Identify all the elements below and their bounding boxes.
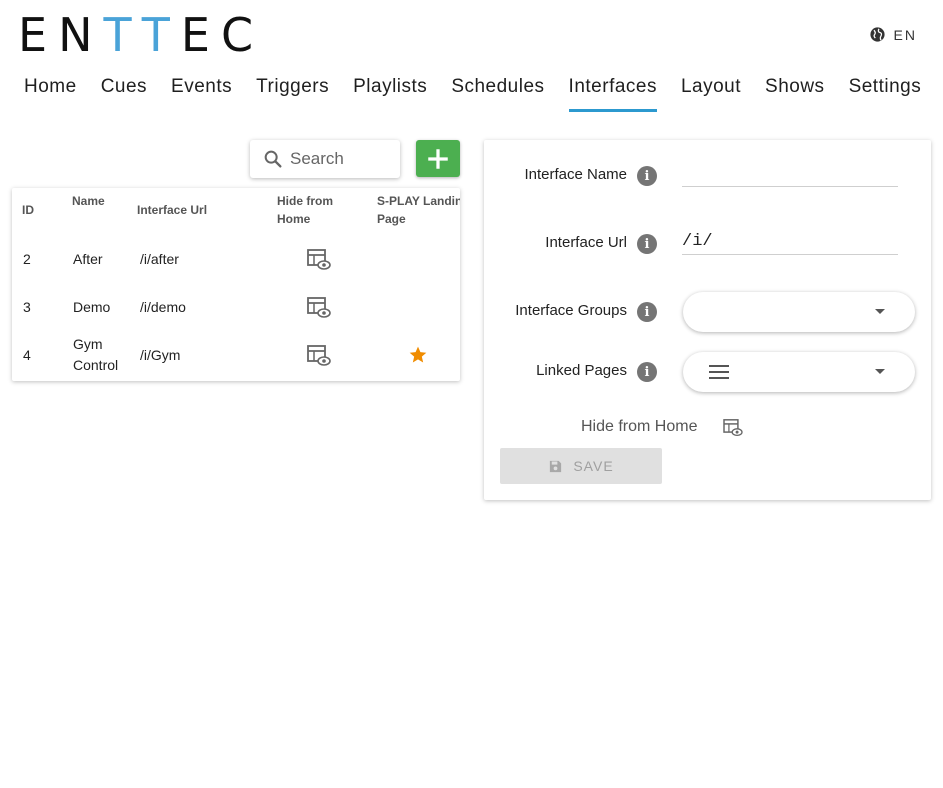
star-icon[interactable] xyxy=(408,345,428,365)
info-icon[interactable]: i xyxy=(637,302,657,322)
tab-triggers[interactable]: Triggers xyxy=(244,76,341,112)
interface-name-label: Interface Name xyxy=(524,166,627,183)
linked-pages-label: Linked Pages xyxy=(536,362,627,379)
tab-schedules[interactable]: Schedules xyxy=(439,76,556,112)
hide-from-home-label: Hide from Home xyxy=(581,418,698,435)
logo-text-mid: TT xyxy=(103,8,181,62)
tab-events[interactable]: Events xyxy=(159,76,244,112)
linked-pages-select[interactable] xyxy=(683,352,915,392)
plus-icon xyxy=(428,148,448,169)
interface-groups-select[interactable] xyxy=(683,292,915,332)
header-landing-line2[interactable]: Page xyxy=(377,210,406,228)
tab-layout[interactable]: Layout xyxy=(669,76,753,112)
chevron-down-icon xyxy=(875,369,885,374)
interface-name-field[interactable] xyxy=(682,160,898,187)
header-hide-line2[interactable]: Home xyxy=(277,210,310,228)
row-name-line1: Gym xyxy=(73,336,103,352)
header-id[interactable]: ID xyxy=(22,201,34,219)
row-url: /i/Gym xyxy=(140,347,181,363)
row-url: /i/after xyxy=(140,251,179,267)
row-url: /i/demo xyxy=(140,299,186,315)
tab-home[interactable]: Home xyxy=(12,76,89,112)
search-input[interactable] xyxy=(290,149,390,169)
save-button[interactable]: SAVE xyxy=(500,448,662,484)
row-id: 2 xyxy=(23,251,31,267)
header-landing-line1[interactable]: S-PLAY Landing xyxy=(377,192,460,210)
add-interface-button[interactable] xyxy=(416,140,460,177)
table-eye-icon[interactable] xyxy=(307,345,331,367)
table-eye-icon[interactable] xyxy=(307,249,331,271)
interfaces-table: ID Name Interface Url Hide from Home S-P… xyxy=(12,188,460,381)
table-eye-icon[interactable] xyxy=(307,297,331,319)
interface-url-field[interactable] xyxy=(682,228,898,255)
header-name[interactable]: Name xyxy=(72,192,105,210)
row-name: Demo xyxy=(73,299,111,315)
row-name-line2: Control xyxy=(73,357,119,373)
info-icon[interactable]: i xyxy=(637,362,657,382)
interface-url-label: Interface Url xyxy=(545,234,627,251)
logo-text-left: EN xyxy=(18,8,104,62)
hide-from-home-toggle[interactable] xyxy=(723,419,743,437)
tab-interfaces[interactable]: Interfaces xyxy=(557,76,669,112)
logo-text-right: EC xyxy=(180,8,265,62)
search-icon xyxy=(264,150,282,168)
floppy-disk-icon xyxy=(550,460,562,472)
tab-playlists[interactable]: Playlists xyxy=(341,76,439,112)
enttec-logo: EN TT EC xyxy=(18,8,265,62)
info-icon[interactable]: i xyxy=(637,166,657,186)
chevron-down-icon xyxy=(875,309,885,314)
main-nav: Home Cues Events Triggers Playlists Sche… xyxy=(12,76,933,112)
interface-groups-label: Interface Groups xyxy=(515,302,627,319)
interface-form: Interface Name i Interface Url i Interfa… xyxy=(484,140,931,500)
menu-icon xyxy=(709,365,729,379)
tab-cues[interactable]: Cues xyxy=(89,76,159,112)
row-id: 3 xyxy=(23,299,31,315)
header-url[interactable]: Interface Url xyxy=(137,201,207,219)
save-label: SAVE xyxy=(573,458,614,474)
globe-icon xyxy=(869,27,885,42)
info-icon[interactable]: i xyxy=(637,234,657,254)
tab-settings[interactable]: Settings xyxy=(837,76,934,112)
row-name: After xyxy=(73,251,103,267)
tab-shows[interactable]: Shows xyxy=(753,76,837,112)
search-box[interactable] xyxy=(250,140,400,178)
language-selector[interactable]: EN xyxy=(869,26,917,43)
language-label: EN xyxy=(893,26,917,43)
row-id: 4 xyxy=(23,347,31,363)
header-hide-line1[interactable]: Hide from xyxy=(277,192,333,210)
